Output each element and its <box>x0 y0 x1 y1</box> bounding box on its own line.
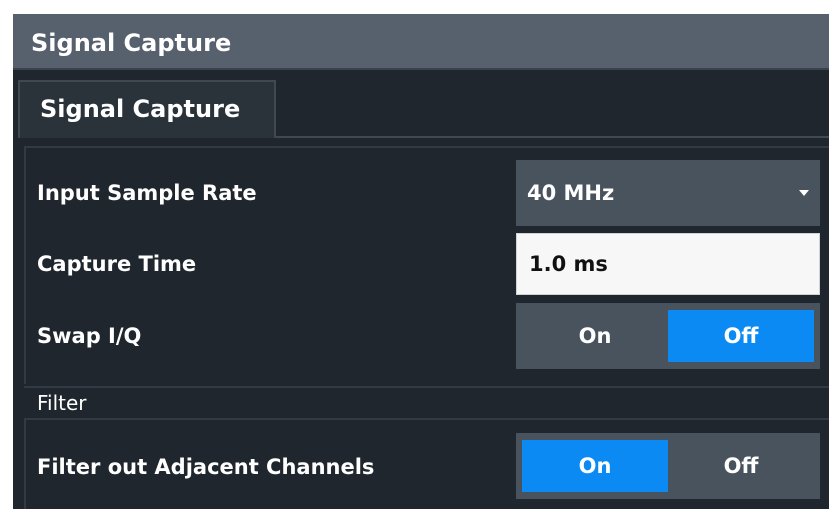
tab-signal-capture-label: Signal Capture <box>40 95 241 123</box>
tab-signal-capture[interactable]: Signal Capture <box>18 80 276 138</box>
dialog-title: Signal Capture <box>31 29 232 57</box>
filter-section-header: Filter <box>24 386 829 416</box>
input-sample-rate-dropdown[interactable]: 40 MHz <box>516 160 820 226</box>
input-sample-rate-label: Input Sample Rate <box>37 181 257 205</box>
dialog-title-bar: Signal Capture <box>13 14 829 70</box>
tab-divider <box>276 136 829 138</box>
chevron-down-icon <box>799 190 809 196</box>
filter-section-label: Filter <box>37 391 87 415</box>
filter-adjacent-toggle[interactable]: On Off <box>516 433 820 499</box>
input-sample-rate-value: 40 MHz <box>527 181 615 205</box>
filter-adjacent-off-option[interactable]: Off <box>668 440 814 492</box>
swap-iq-on-option[interactable]: On <box>522 310 668 362</box>
filter-adjacent-label: Filter out Adjacent Channels <box>37 455 375 479</box>
swap-iq-toggle[interactable]: On Off <box>516 303 820 369</box>
swap-iq-off-option[interactable]: Off <box>668 310 814 362</box>
capture-time-label: Capture Time <box>37 252 197 276</box>
capture-time-input[interactable] <box>517 234 819 294</box>
filter-adjacent-on-option[interactable]: On <box>522 440 668 492</box>
swap-iq-label: Swap I/Q <box>37 324 142 348</box>
capture-time-field[interactable] <box>516 233 820 295</box>
